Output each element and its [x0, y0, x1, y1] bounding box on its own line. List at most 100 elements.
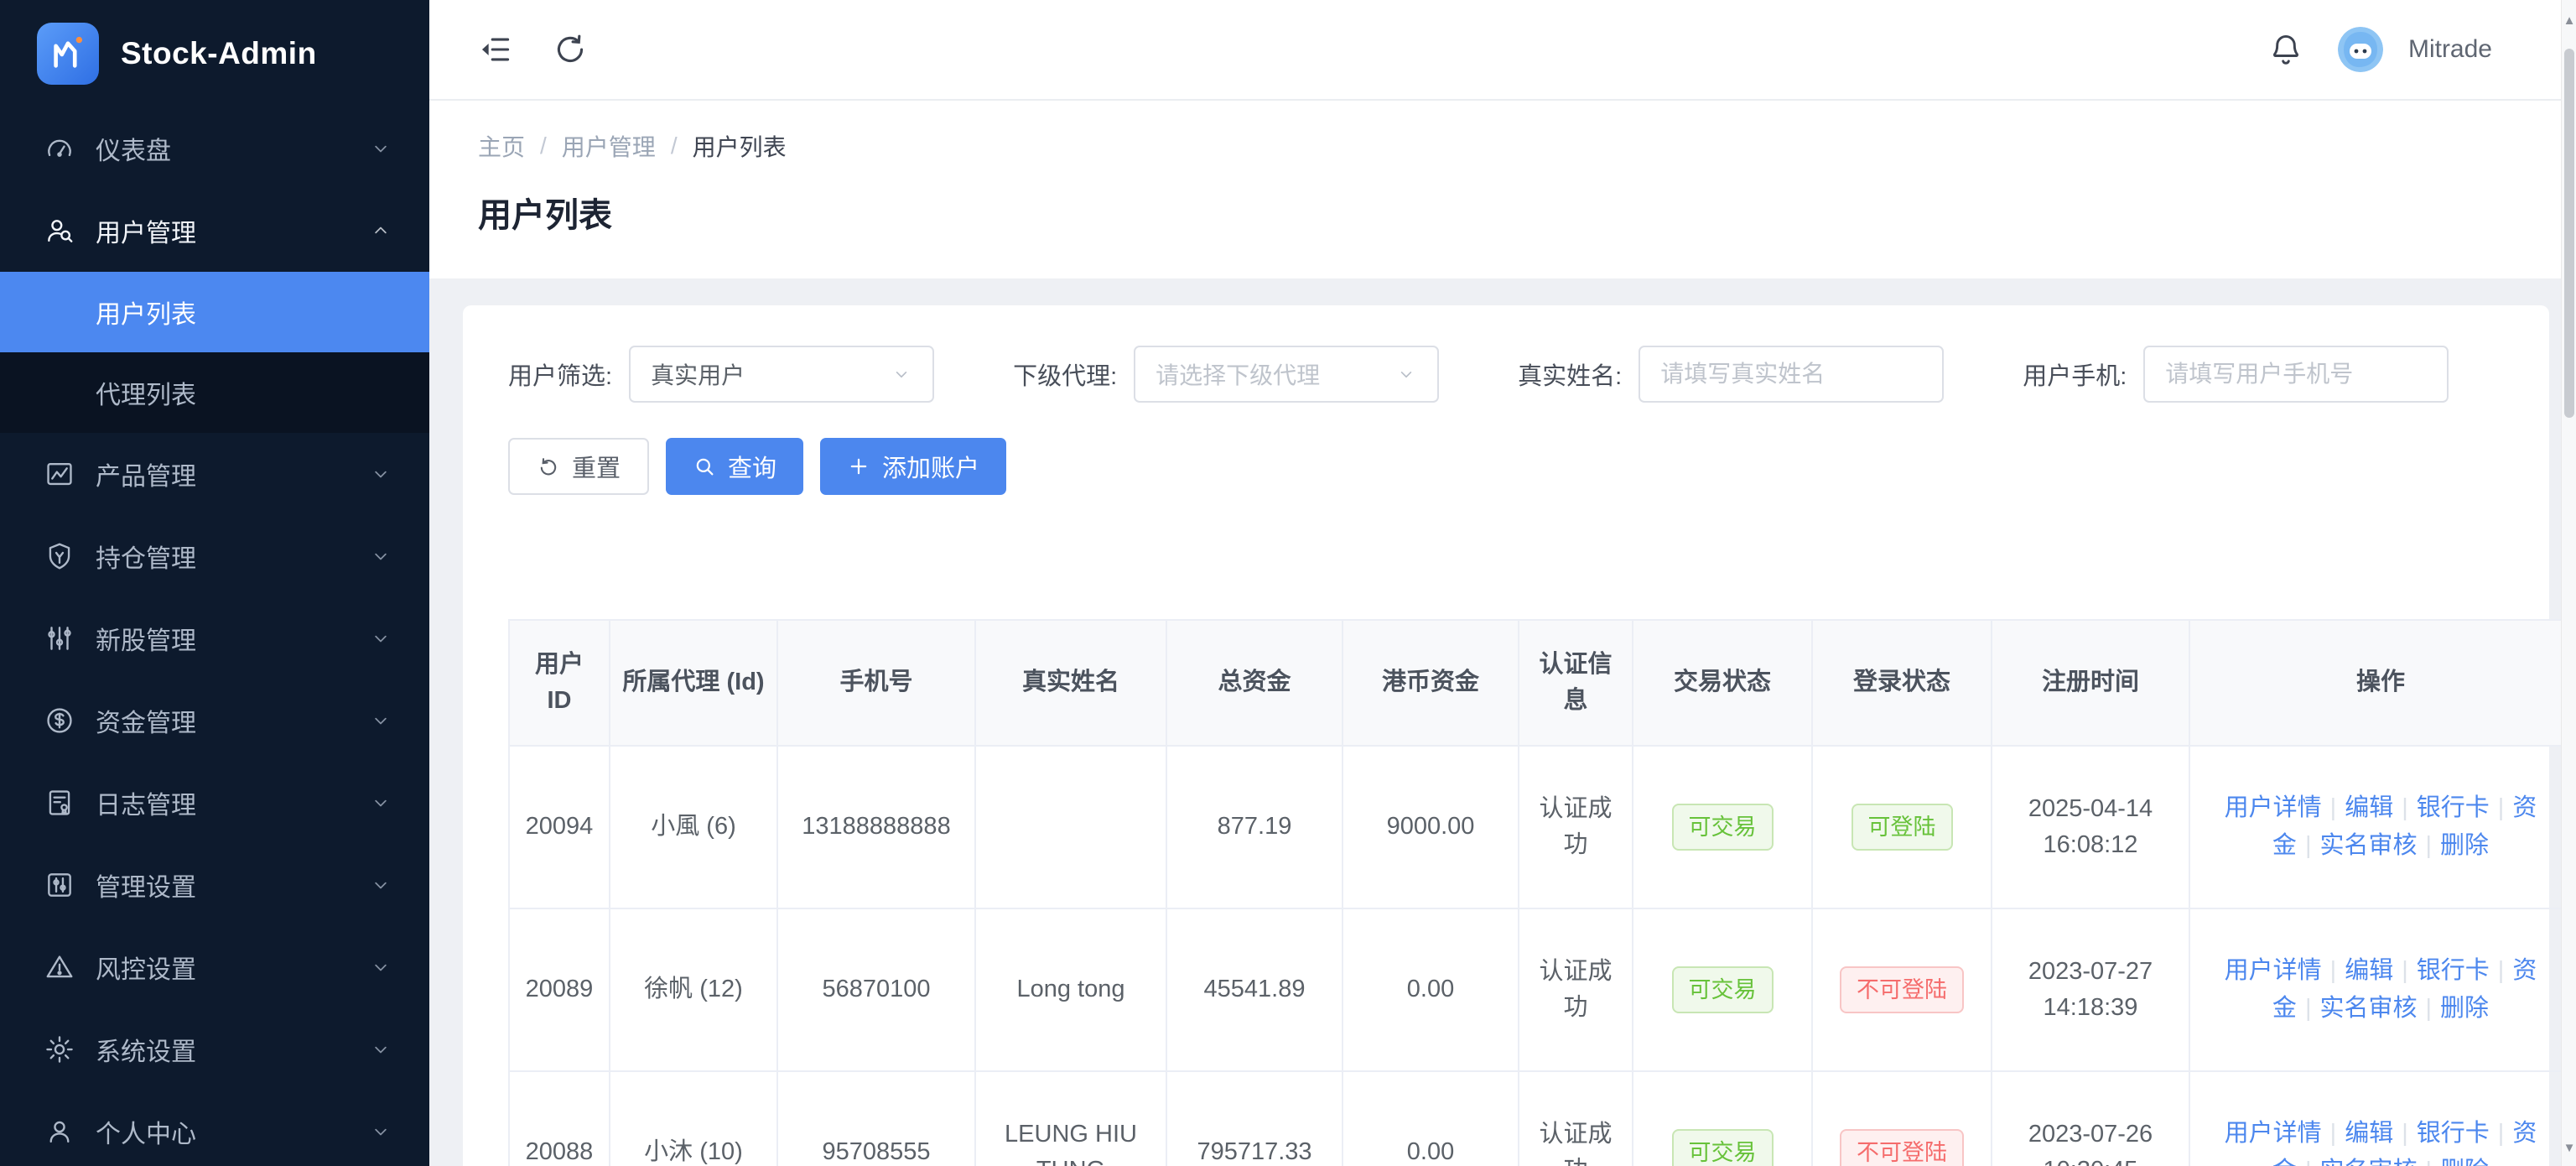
sidebar-item-funds[interactable]: 资金管理	[0, 679, 429, 762]
sidebar-item-profile[interactable]: 个人中心	[0, 1091, 429, 1166]
action-user-detail[interactable]: 用户详情	[2225, 794, 2322, 821]
user-management-icon	[44, 215, 75, 247]
breadcrumb-item[interactable]: 用户管理	[562, 129, 656, 163]
cell-total-funds: 45541.89	[1166, 908, 1343, 1071]
real-name-input[interactable]	[1639, 346, 1944, 403]
sidebar-subitem-user-list[interactable]: 用户列表	[0, 272, 429, 352]
sidebar-item-product[interactable]: 产品管理	[0, 433, 429, 515]
sidebar-item-admin-settings[interactable]: 管理设置	[0, 844, 429, 926]
submenu-user-management: 用户列表代理列表	[0, 272, 429, 433]
reset-button-label: 重置	[572, 449, 621, 484]
sidebar-item-label: 产品管理	[96, 455, 369, 492]
action-edit[interactable]: 编辑	[2345, 1120, 2393, 1147]
cell-login-status: 不可登陆	[1812, 1071, 1992, 1166]
breadcrumb-item[interactable]: 主页	[478, 129, 525, 163]
sub-agent-select[interactable]: 请选择下级代理	[1134, 346, 1439, 403]
username-label[interactable]: Mitrade	[2408, 35, 2492, 64]
sidebar-item-system[interactable]: 系统设置	[0, 1008, 429, 1091]
action-separator: |	[2402, 794, 2408, 821]
logs-icon	[44, 787, 75, 819]
main-area: Mitrade 主页/用户管理/用户列表 用户列表 用户筛选:真实用户下级代理:…	[429, 0, 2576, 1166]
user-filter-select[interactable]: 真实用户	[629, 346, 934, 403]
cell-total-funds: 877.19	[1166, 746, 1343, 908]
ipo-icon	[44, 622, 75, 654]
action-separator: |	[2426, 995, 2433, 1022]
collapse-sidebar-icon[interactable]	[476, 31, 513, 68]
user-avatar[interactable]	[2338, 27, 2383, 72]
sidebar-item-dashboard[interactable]: 仪表盘	[0, 107, 429, 190]
action-delete[interactable]: 删除	[2440, 832, 2489, 859]
cell-agent: 徐帆 (12)	[610, 908, 777, 1071]
action-user-detail[interactable]: 用户详情	[2225, 957, 2322, 984]
chevron-down-icon	[369, 137, 392, 160]
cell-trade-status: 可交易	[1633, 908, 1812, 1071]
chevron-down-icon	[369, 791, 392, 815]
scrollbar-down-arrow-icon[interactable]: ▼	[2562, 1132, 2576, 1163]
search-icon	[693, 455, 716, 478]
profile-icon	[44, 1116, 75, 1148]
dashboard-icon	[44, 133, 75, 164]
action-separator: |	[2305, 832, 2312, 859]
action-separator: |	[2498, 1120, 2505, 1147]
cell-actions: 用户详情|编辑|银行卡|资金|实名审核|删除	[2189, 1071, 2572, 1166]
sidebar-item-position[interactable]: 持仓管理	[0, 515, 429, 597]
page-title: 用户列表	[478, 188, 2576, 237]
filter-user-filter: 用户筛选:真实用户	[508, 346, 934, 403]
column-header: 认证信息	[1519, 620, 1633, 746]
sidebar-subitem-agent-list[interactable]: 代理列表	[0, 352, 429, 433]
search-button-label: 查询	[728, 449, 776, 484]
notifications-bell-icon[interactable]	[2267, 31, 2304, 68]
reset-button[interactable]: 重置	[508, 438, 649, 495]
sidebar-menu: 仪表盘用户管理用户列表代理列表产品管理持仓管理新股管理资金管理日志管理管理设置风…	[0, 107, 429, 1166]
filter-bar: 用户筛选:真实用户下级代理:请选择下级代理真实姓名:用户手机:	[508, 346, 2504, 403]
refresh-icon[interactable]	[552, 31, 589, 68]
sidebar-item-ipo[interactable]: 新股管理	[0, 597, 429, 679]
cell-hkd-funds: 9000.00	[1343, 746, 1519, 908]
action-user-detail[interactable]: 用户详情	[2225, 1120, 2322, 1147]
action-separator: |	[2498, 794, 2505, 821]
scrollbar-up-arrow-icon[interactable]: ▲	[2562, 5, 2576, 35]
cell-registered-time: 2023-07-26 10:30:45	[1992, 1071, 2189, 1166]
sidebar-item-risk[interactable]: 风控设置	[0, 926, 429, 1008]
action-edit[interactable]: 编辑	[2345, 794, 2393, 821]
cell-user-id: 20089	[509, 908, 610, 1071]
action-edit[interactable]: 编辑	[2345, 957, 2393, 984]
trade-status-badge: 可交易	[1672, 1129, 1774, 1166]
action-delete[interactable]: 删除	[2440, 995, 2489, 1022]
user-phone-input[interactable]	[2143, 346, 2449, 403]
scrollbar-thumb[interactable]	[2564, 49, 2574, 418]
page-header: 主页/用户管理/用户列表 用户列表	[429, 101, 2576, 278]
action-separator: |	[2426, 832, 2433, 859]
app-logo[interactable]: Stock-Admin	[0, 0, 429, 107]
app-logo-text: Stock-Admin	[121, 36, 317, 71]
action-kyc-review[interactable]: 实名审核	[2319, 832, 2417, 859]
action-separator: |	[2402, 957, 2408, 984]
action-separator: |	[2330, 957, 2337, 984]
cell-login-status: 不可登陆	[1812, 908, 1992, 1071]
filter-label: 用户手机:	[2023, 357, 2127, 392]
action-separator: |	[2305, 1158, 2312, 1166]
search-button[interactable]: 查询	[666, 438, 803, 495]
reset-icon	[537, 455, 560, 478]
cell-phone: 13188888888	[777, 746, 975, 908]
action-kyc-review[interactable]: 实名审核	[2319, 1158, 2417, 1166]
cell-real-name: Long tong	[975, 908, 1166, 1071]
sidebar-item-logs[interactable]: 日志管理	[0, 762, 429, 844]
action-bank-card[interactable]: 银行卡	[2417, 794, 2490, 821]
cell-auth-info: 认证成功	[1519, 1071, 1633, 1166]
action-bank-card[interactable]: 银行卡	[2417, 1120, 2490, 1147]
action-bank-card[interactable]: 银行卡	[2417, 957, 2490, 984]
column-header: 注册时间	[1992, 620, 2189, 746]
action-kyc-review[interactable]: 实名审核	[2319, 995, 2417, 1022]
sidebar-item-user-management[interactable]: 用户管理	[0, 190, 429, 272]
action-delete[interactable]: 删除	[2440, 1158, 2489, 1166]
page-scrollbar[interactable]: ▲ ▼	[2561, 0, 2576, 1166]
action-button-row: 重置 查询 添加账户	[508, 438, 2504, 495]
risk-icon	[44, 951, 75, 983]
sidebar-item-label: 新股管理	[96, 620, 369, 657]
add-account-button[interactable]: 添加账户	[820, 438, 1006, 495]
topbar: Mitrade	[429, 0, 2576, 101]
table-body: 20094小風 (6)13188888888877.199000.00认证成功可…	[509, 746, 2572, 1166]
select-value: 真实用户	[651, 357, 745, 391]
admin-settings-icon	[44, 869, 75, 901]
